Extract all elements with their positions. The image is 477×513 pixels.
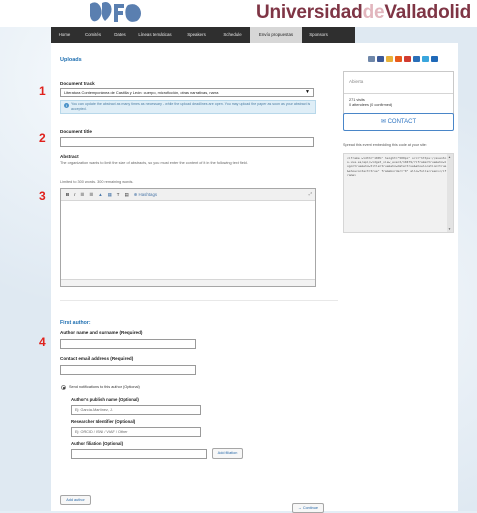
author-name-label: Author name and surname (Required) xyxy=(60,330,143,335)
abstract-note: The organization wants to limit the size… xyxy=(60,161,248,165)
hashtags-label: Hashtags xyxy=(138,191,158,197)
step-marker-4: 4 xyxy=(39,335,46,349)
document-track-value: Literatura Contemporánea de Castilla y L… xyxy=(64,90,219,95)
university-brand: UniversidaddeValladolid xyxy=(256,0,471,26)
tab-comites[interactable]: Comités xyxy=(78,27,108,43)
scroll-up-icon[interactable]: ▲ xyxy=(448,155,451,159)
document-title-label: Document title xyxy=(60,129,92,134)
tab-envio-propuestas[interactable]: Envío propuestas xyxy=(250,27,302,43)
contact-email-input[interactable] xyxy=(60,365,196,375)
share-delicious-icon[interactable] xyxy=(413,56,420,62)
event-status: Abierta xyxy=(349,79,364,84)
info-alert: i You can update the abstract as many ti… xyxy=(60,100,316,114)
tab-home[interactable]: Home xyxy=(51,27,78,43)
share-facebook-icon[interactable] xyxy=(377,56,384,62)
brand-part-3: Valladolid xyxy=(384,2,472,23)
researcher-id-placeholder: Ej: ORCID / ISNI / VIAF / Other xyxy=(75,430,128,434)
share-linkedin-icon[interactable] xyxy=(431,56,438,62)
numbered-list-button[interactable]: ☰ xyxy=(89,192,93,198)
tab-dates[interactable]: Dates xyxy=(108,27,132,43)
embed-code-box[interactable]: <iframe width="100%" height="500px" src=… xyxy=(343,153,454,233)
stats-divider xyxy=(344,93,453,94)
continue-button[interactable]: → Continue xyxy=(292,503,324,513)
document-track-label: Document track xyxy=(60,81,95,86)
scroll-down-icon[interactable]: ▼ xyxy=(448,227,451,231)
sidebar: Abierta 271 visits 0 attendees (0 confir… xyxy=(338,43,458,511)
image-button[interactable]: ▲ xyxy=(98,192,102,197)
step-marker-2: 2 xyxy=(39,131,46,145)
editor-statusbar xyxy=(61,279,315,286)
embed-label: Spread this event embedding this code at… xyxy=(343,143,427,147)
document-title-input[interactable] xyxy=(60,137,314,147)
contact-button[interactable]: ✉ CONTACT xyxy=(343,113,454,131)
brand-part-2: de xyxy=(362,2,385,23)
info-icon: i xyxy=(64,103,69,108)
word-limit-text: Limited to 300 words. 300 remaining word… xyxy=(60,180,134,184)
main-nav: Home Comités Dates Líneas temáticas Spea… xyxy=(51,27,355,43)
add-filiation-button[interactable]: Add filiation xyxy=(212,448,243,459)
first-author-heading: First author: xyxy=(60,320,91,326)
researcher-id-label: Researcher Identifier (Optional) xyxy=(71,419,136,424)
event-logo xyxy=(90,2,141,22)
site-header: UniversidaddeValladolid xyxy=(0,0,477,27)
text-button[interactable]: T xyxy=(117,192,120,197)
main-content: Uploads Document track Literatura Contem… xyxy=(51,43,355,513)
bullet-list-button[interactable]: ☰ xyxy=(80,192,84,198)
document-track-select[interactable]: Literatura Contemporánea de Castilla y L… xyxy=(60,88,314,97)
hashtags-button[interactable]: ⊕ Hashtags xyxy=(134,192,157,198)
contact-email-label: Contact email address (Required) xyxy=(60,356,134,361)
tab-sponsors[interactable]: Sponsors xyxy=(302,27,335,43)
notify-radio[interactable] xyxy=(61,385,66,390)
section-divider xyxy=(60,300,346,301)
publish-name-placeholder: Ej: García-Martínez, J. xyxy=(75,408,113,412)
abstract-label: Abstract xyxy=(60,154,79,159)
share-rss-icon[interactable] xyxy=(386,56,393,62)
abstract-editor[interactable]: B I ☰ ☰ ▲ ▦ T ▤ ⊕ Hashtags ⤢ xyxy=(60,188,316,287)
publish-name-label: Author's publish name (Optional) xyxy=(71,397,139,402)
embed-scrollbar[interactable]: ▲ ▼ xyxy=(447,154,453,232)
uploads-heading: Uploads xyxy=(60,57,82,63)
italic-button[interactable]: I xyxy=(74,192,75,197)
author-name-input[interactable] xyxy=(60,339,196,349)
share-blogger-icon[interactable] xyxy=(395,56,402,62)
bold-button[interactable]: B xyxy=(66,192,69,197)
step-marker-1: 1 xyxy=(39,84,46,98)
table-button[interactable]: ▦ xyxy=(108,192,112,198)
editor-toolbar: B I ☰ ☰ ▲ ▦ T ▤ ⊕ Hashtags ⤢ xyxy=(61,189,315,201)
visits-count: 271 visits xyxy=(349,98,365,102)
mail-icon: ✉ xyxy=(380,119,386,125)
researcher-id-input[interactable]: Ej: ORCID / ISNI / VIAF / Other xyxy=(71,427,201,437)
share-twitter-icon[interactable] xyxy=(422,56,429,62)
step-marker-3: 3 xyxy=(39,189,46,203)
tab-speakers[interactable]: Speakers xyxy=(178,27,215,43)
brand-part-1: Universidad xyxy=(256,2,363,23)
contact-label: CONTACT xyxy=(387,119,417,125)
source-button[interactable]: ▤ xyxy=(124,192,128,198)
attendees-count: 0 attendees (0 confirmed) xyxy=(349,103,393,107)
resize-icon: ⤢ xyxy=(308,191,312,196)
share-email-icon[interactable] xyxy=(368,56,375,62)
notify-label: Send notifications to this author (Optio… xyxy=(69,385,140,389)
tab-schedule[interactable]: Schedule xyxy=(215,27,250,43)
share-google-icon[interactable] xyxy=(404,56,411,62)
filiation-label: Author filiation (Optional) xyxy=(71,441,124,446)
add-author-button[interactable]: Add author xyxy=(60,495,91,505)
share-icons xyxy=(368,56,438,62)
tab-lineas-tematicas[interactable]: Líneas temáticas xyxy=(132,27,178,43)
embed-code: <iframe width="100%" height="500px" src=… xyxy=(347,156,447,177)
publish-name-input[interactable]: Ej: García-Martínez, J. xyxy=(71,405,201,415)
filiation-input[interactable] xyxy=(71,449,207,459)
chevron-down-icon: ▼ xyxy=(305,89,310,95)
info-text: You can update the abstract as many time… xyxy=(71,102,311,111)
